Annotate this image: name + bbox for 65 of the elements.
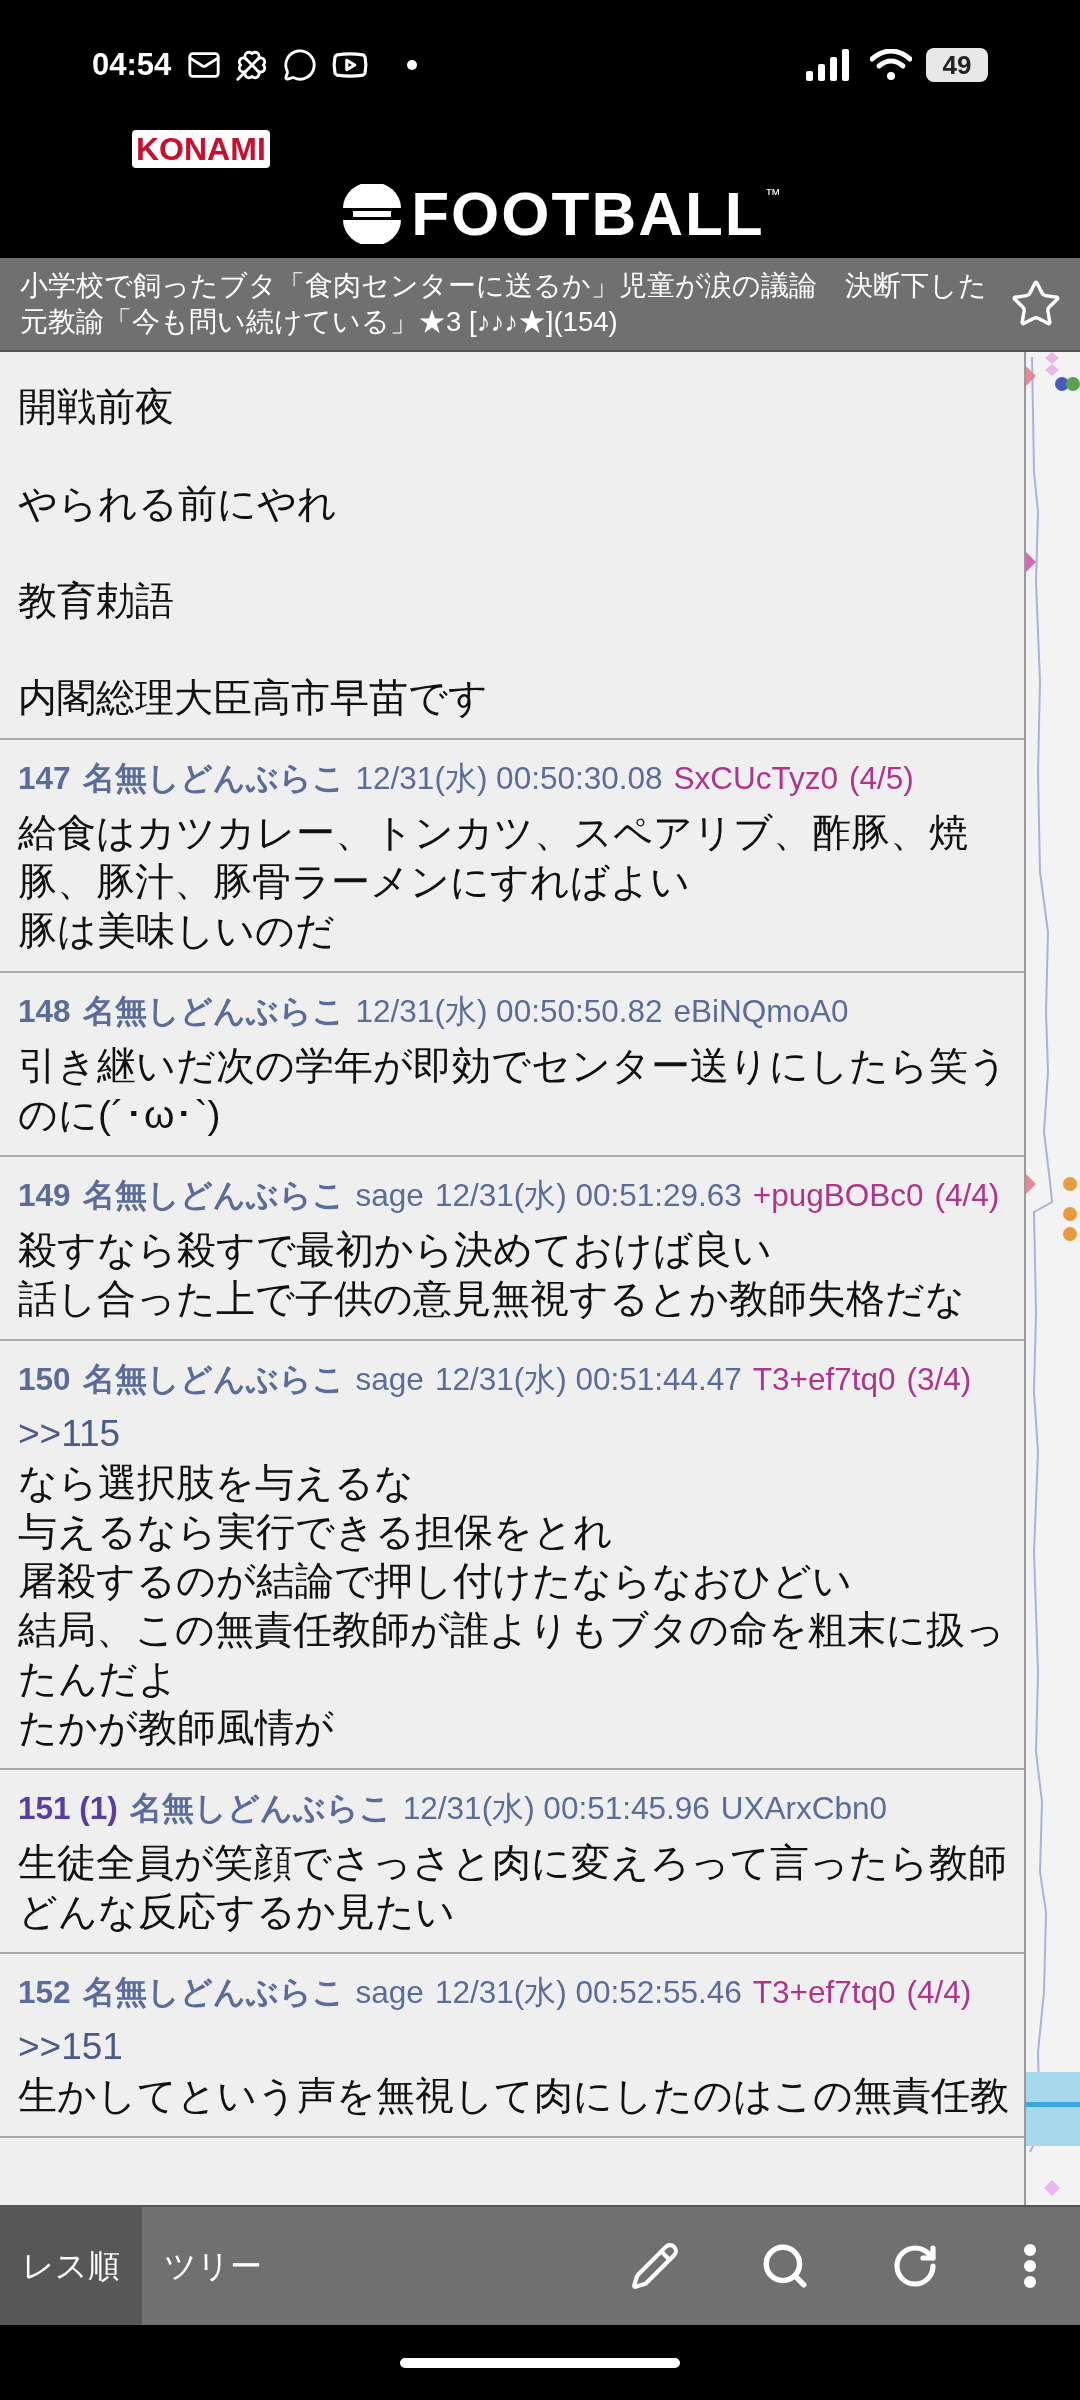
signal-icon [806, 49, 850, 81]
home-indicator[interactable] [400, 2357, 680, 2368]
sort-tab[interactable]: レス順 [0, 2207, 142, 2325]
poster-id[interactable]: UXArxCbn0 [720, 1786, 888, 1830]
post-number[interactable]: 149 [18, 1173, 71, 1217]
poster-id[interactable]: eBiNQmoA0 [673, 989, 849, 1033]
dot-icon [407, 60, 418, 70]
more-icon [1024, 2244, 1036, 2288]
post-text: 生かしてという声を無視して肉にしたのはこの無責任教 [18, 2073, 1010, 2119]
poster-name: 名無しどんぶらこ [82, 1176, 345, 1215]
post-text: 豚は美味しいのだ [18, 908, 336, 954]
poster-name: 名無しどんぶらこ [129, 1789, 392, 1828]
post-text: 教育勅語 [18, 578, 175, 624]
post-text: 屠殺するのが結論で押し付けたならなおひどい [18, 1558, 853, 1604]
id-post-count: (4/4) [934, 1176, 1000, 1215]
post-text: やられる前にやれ [18, 481, 338, 527]
poster-mail: sage [355, 1360, 424, 1399]
status-time: 04:54 [92, 45, 172, 84]
refresh-icon [891, 2242, 939, 2290]
post-date: 12/31(水) 00:51:45.96 [402, 1789, 710, 1828]
post-number[interactable]: 152 [18, 1970, 71, 2014]
poster-name: 名無しどんぶらこ [82, 1360, 345, 1399]
post-text: 与えるなら実行できる担保をとれ [18, 1509, 614, 1555]
post-date: 12/31(水) 00:50:30.08 [355, 759, 663, 798]
post-date: 12/31(水) 00:52:55.46 [434, 1973, 742, 2012]
id-post-count: (4/5) [849, 759, 914, 798]
post-date: 12/31(水) 00:50:50.82 [355, 992, 663, 1031]
post-text: 引き継いだ次の学年が即効でセンター送りにしたら笑うのに(´･ω･`) [18, 1043, 1009, 1138]
post-text: たかが教師風情が [18, 1705, 335, 1751]
poster-name: 名無しどんぶらこ [82, 1973, 345, 2012]
reply-anchor-link[interactable]: >>151 [18, 2022, 123, 2071]
post-date: 12/31(水) 00:51:44.47 [434, 1360, 742, 1399]
poster-name: 名無しどんぶらこ [82, 759, 345, 798]
sort-tab[interactable]: ツリー [142, 2207, 284, 2325]
post-number[interactable]: 150 [18, 1357, 71, 1401]
post-text: なら選択肢を与えるな [18, 1460, 415, 1506]
post-text: 生徒全員が笑顔でさっさと肉に変えろって言ったら教師どんな反応するか見たい [18, 1840, 1008, 1935]
battery-indicator: 49 [926, 48, 988, 82]
thread-title: 小学校で飼ったブタ「食肉センターに送るか」児童が涙の議論 決断下した元教諭「今も問い続けている」★3 [♪♪♪★](154) [20, 269, 988, 339]
wifi-icon [870, 49, 912, 81]
post-date: 12/31(水) 00:51:29.63 [434, 1176, 742, 1215]
id-post-count: (3/4) [906, 1360, 972, 1399]
post-number[interactable]: 147 [18, 756, 71, 800]
poster-id[interactable]: T3+ef7tq0 [752, 1970, 896, 2014]
post-text: 内閣総理大臣高市早苗です [18, 675, 489, 721]
post-number[interactable]: 151 (1) [18, 1786, 118, 1830]
post-text: 殺すなら殺すで最初から決めておけば良い [18, 1227, 773, 1273]
poster-id[interactable]: SxCUcTyz0 [673, 756, 839, 800]
poster-name: 名無しどんぶらこ [82, 992, 345, 1031]
chat-icon [283, 48, 318, 82]
reply-anchor-link[interactable]: >>115 [18, 1409, 121, 1458]
post-text: 話し合った上で子供の意見無視するとか教師失格だな [18, 1276, 966, 1322]
post-text: 開戦前夜 [18, 384, 175, 430]
poster-mail: sage [355, 1176, 424, 1215]
poster-id[interactable]: +pugBOBc0 [752, 1173, 924, 1217]
post-text: 給食はカツカレー、トンカツ、スペアリブ、酢豚、焼豚、豚汁、豚骨ラーメンにすればよい [18, 810, 969, 905]
trademark-symbol: ™ [764, 185, 781, 205]
pencil-icon [630, 2241, 680, 2291]
id-post-count: (4/4) [906, 1973, 972, 2012]
game-title: FOOTBALL [411, 183, 765, 245]
post-text: 結局、この無責任教師が誰よりもブタの命を粗末に扱ったんだよ [18, 1607, 1006, 1702]
poster-id[interactable]: T3+ef7tq0 [752, 1357, 896, 1401]
poster-mail: sage [355, 1973, 424, 2012]
post-number[interactable]: 148 [18, 989, 71, 1033]
brand-logo-text: KONAMI [132, 130, 270, 168]
